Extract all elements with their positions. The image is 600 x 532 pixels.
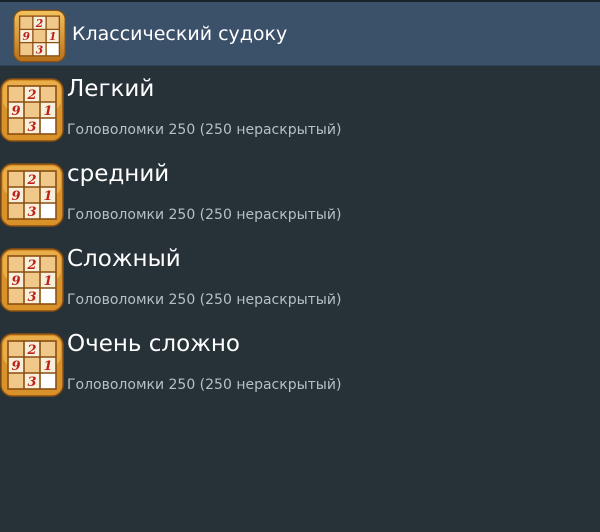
svg-text:2: 2 <box>26 173 36 188</box>
difficulty-title: Очень сложно <box>67 331 240 357</box>
difficulty-item-easy[interactable]: 2 9 1 3 Легкий Головоломки 250 (250 нера… <box>0 66 600 151</box>
svg-text:3: 3 <box>36 43 44 56</box>
svg-text:3: 3 <box>27 290 36 305</box>
svg-text:9: 9 <box>23 30 31 43</box>
svg-text:3: 3 <box>27 375 36 390</box>
difficulty-item-medium[interactable]: 2 9 1 3 средний Головоломки 250 (250 нер… <box>0 151 600 236</box>
svg-text:9: 9 <box>11 274 20 289</box>
app-screen: 2 9 1 3 Классический судоку 2 9 1 3 Легк… <box>0 0 600 532</box>
svg-text:1: 1 <box>43 359 52 374</box>
sudoku-grid-icon: 2 9 1 3 <box>0 163 64 227</box>
svg-text:9: 9 <box>11 189 20 204</box>
difficulty-title: средний <box>67 161 170 187</box>
svg-text:2: 2 <box>26 258 36 273</box>
action-bar: 2 9 1 3 Классический судоку <box>0 2 600 66</box>
puzzle-count: Головоломки 250 (250 нераскрытый) <box>67 377 342 393</box>
sudoku-grid-icon: 2 9 1 3 <box>0 333 64 397</box>
svg-text:9: 9 <box>11 359 20 374</box>
puzzle-count: Головоломки 250 (250 нераскрытый) <box>67 122 342 138</box>
svg-text:1: 1 <box>43 189 52 204</box>
difficulty-title: Сложный <box>67 246 181 272</box>
sudoku-grid-icon: 2 9 1 3 <box>0 78 64 142</box>
sudoku-grid-icon: 2 9 1 3 <box>0 248 64 312</box>
svg-text:1: 1 <box>49 30 56 43</box>
sudoku-grid-icon[interactable]: 2 9 1 3 <box>13 8 66 64</box>
puzzle-count: Головоломки 250 (250 нераскрытый) <box>67 292 342 308</box>
svg-text:9: 9 <box>11 104 20 119</box>
svg-text:2: 2 <box>35 17 44 30</box>
svg-text:1: 1 <box>43 104 52 119</box>
difficulty-item-very-hard[interactable]: 2 9 1 3 Очень сложно Головоломки 250 (25… <box>0 321 600 406</box>
svg-text:3: 3 <box>27 205 36 220</box>
app-title: Классический судоку <box>72 23 288 45</box>
puzzle-count: Головоломки 250 (250 нераскрытый) <box>67 207 342 223</box>
svg-text:1: 1 <box>43 274 52 289</box>
difficulty-item-hard[interactable]: 2 9 1 3 Сложный Головоломки 250 (250 нер… <box>0 236 600 321</box>
difficulty-title: Легкий <box>67 76 155 102</box>
svg-text:3: 3 <box>27 120 36 135</box>
svg-text:2: 2 <box>26 88 36 103</box>
svg-text:2: 2 <box>26 343 36 358</box>
